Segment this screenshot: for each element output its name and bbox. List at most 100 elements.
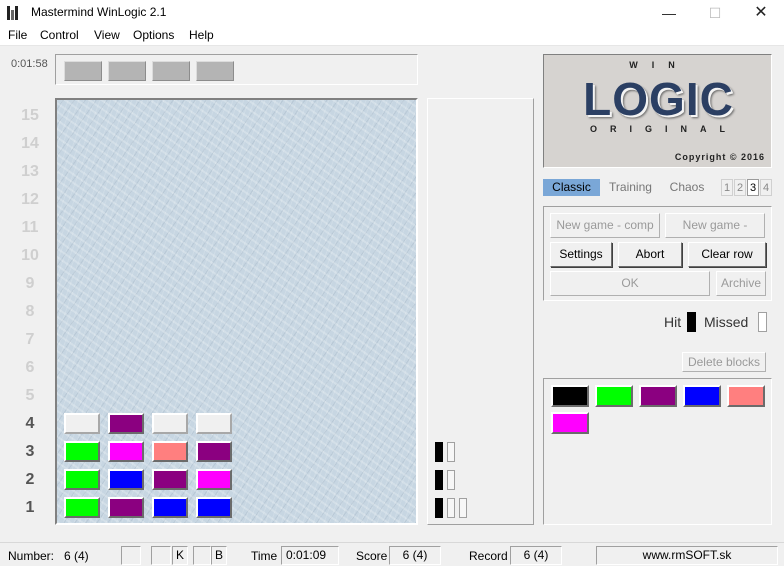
palette-color-purple[interactable] <box>639 385 677 407</box>
missed-marker <box>447 498 455 518</box>
menu-file[interactable]: File <box>8 28 27 42</box>
record-label: Record <box>469 549 508 563</box>
record-value: 6 (4) <box>510 546 562 565</box>
palette-color-black[interactable] <box>551 385 589 407</box>
secret-peg <box>64 61 102 81</box>
peg-magenta[interactable] <box>196 469 232 490</box>
game-board[interactable] <box>55 98 418 525</box>
delete-blocks-button[interactable]: Delete blocks <box>682 352 766 372</box>
peg-blue[interactable] <box>152 497 188 518</box>
missed-label: Missed <box>704 314 749 330</box>
website-link[interactable]: www.rmSOFT.sk <box>596 546 778 565</box>
tab-level-2[interactable]: 2 <box>734 179 746 196</box>
row-number: 12 <box>21 191 39 208</box>
missed-marker-icon <box>758 312 767 332</box>
peg-blue[interactable] <box>196 497 232 518</box>
maximize-button[interactable]: ☐ <box>692 0 738 26</box>
row-number: 8 <box>25 303 35 320</box>
clear-row-button[interactable]: Clear row <box>688 242 766 267</box>
peg-empty[interactable] <box>64 413 100 434</box>
peg-purple[interactable] <box>152 469 188 490</box>
tab-chaos[interactable]: Chaos <box>661 179 713 196</box>
archive-button[interactable]: Archive <box>716 271 766 296</box>
time-label: Time <box>251 549 278 563</box>
settings-button[interactable]: Settings <box>550 242 612 267</box>
missed-marker <box>447 470 455 490</box>
minimize-button[interactable]: — <box>646 0 692 26</box>
result-panel <box>427 98 534 525</box>
status-bar: Number: 6 (4) K B Time 0:01:09 Score 6 (… <box>0 542 784 566</box>
logo: WIN LOGIC ORIGINAL Copyright © 2016 <box>543 54 772 168</box>
control-buttons: New game - comp New game - player Settin… <box>543 206 772 301</box>
peg-blue[interactable] <box>108 469 144 490</box>
logo-main-text: LOGIC <box>583 73 734 125</box>
row-number: 1 <box>25 499 35 516</box>
peg-green[interactable] <box>64 469 100 490</box>
copyright-text: Copyright © 2016 <box>674 152 765 162</box>
palette-color-magenta[interactable] <box>551 412 589 434</box>
missed-marker <box>459 498 467 518</box>
new-game-comp-button[interactable]: New game - comp <box>550 213 660 238</box>
tab-training[interactable]: Training <box>602 179 659 196</box>
peg-green[interactable] <box>64 441 100 462</box>
row-number: 3 <box>25 443 35 460</box>
menu-options[interactable]: Options <box>133 28 174 42</box>
row-number: 4 <box>25 415 35 432</box>
peg-empty[interactable] <box>196 413 232 434</box>
tab-level-4[interactable]: 4 <box>760 179 772 196</box>
score-value: 6 (4) <box>389 546 441 565</box>
ok-button[interactable]: OK <box>550 271 710 296</box>
secret-code-row <box>55 54 418 85</box>
palette-color-blue[interactable] <box>683 385 721 407</box>
menu-bar: File Control View Options Help <box>0 26 784 46</box>
menu-help[interactable]: Help <box>189 28 214 42</box>
close-button[interactable]: ✕ <box>738 0 784 26</box>
row-number: 5 <box>25 387 35 404</box>
hit-marker <box>435 498 443 518</box>
row-number: 13 <box>21 163 39 180</box>
palette-color-salmon[interactable] <box>727 385 765 407</box>
peg-salmon[interactable] <box>152 441 188 462</box>
row-number: 14 <box>21 135 39 152</box>
peg-purple[interactable] <box>108 497 144 518</box>
peg-purple[interactable] <box>196 441 232 462</box>
game-timer: 0:01:58 <box>11 58 48 70</box>
secret-peg <box>152 61 190 81</box>
peg-green[interactable] <box>64 497 100 518</box>
logo-win-text: WIN <box>629 60 689 70</box>
row-number: 10 <box>21 247 39 264</box>
status-indicator <box>193 546 211 565</box>
row-number: 7 <box>25 331 35 348</box>
hit-marker <box>435 470 443 490</box>
status-indicator <box>151 546 171 565</box>
tab-level-3[interactable]: 3 <box>747 179 759 196</box>
row-number: 11 <box>21 219 39 236</box>
status-indicator <box>121 546 141 565</box>
secret-peg <box>196 61 234 81</box>
number-label: Number: <box>8 549 55 563</box>
title-bar: Mastermind WinLogic 2.1 — ☐ ✕ <box>0 0 784 26</box>
menu-control[interactable]: Control <box>40 28 79 42</box>
palette-color-green[interactable] <box>595 385 633 407</box>
b-indicator: B <box>211 546 227 565</box>
peg-magenta[interactable] <box>108 441 144 462</box>
app-icon[interactable] <box>6 6 20 20</box>
abort-button[interactable]: Abort <box>618 242 682 267</box>
color-palette <box>543 378 772 525</box>
hit-label: Hit <box>664 314 682 330</box>
tab-classic[interactable]: Classic <box>543 179 600 196</box>
row-number: 2 <box>25 471 35 488</box>
tab-level-1[interactable]: 1 <box>721 179 733 196</box>
window-title: Mastermind WinLogic 2.1 <box>31 5 167 19</box>
missed-marker <box>447 442 455 462</box>
menu-view[interactable]: View <box>94 28 120 42</box>
number-value: 6 (4) <box>64 549 89 563</box>
logo-original-text: ORIGINAL <box>590 124 738 134</box>
peg-purple[interactable] <box>108 413 144 434</box>
row-number-column: 15 14 13 12 11 10 9 8 7 6 5 4 3 2 1 <box>10 98 50 525</box>
peg-empty[interactable] <box>152 413 188 434</box>
row-number: 9 <box>25 275 35 292</box>
row-number: 6 <box>25 359 35 376</box>
k-indicator: K <box>172 546 188 565</box>
new-game-player-button[interactable]: New game - player <box>665 213 765 255</box>
